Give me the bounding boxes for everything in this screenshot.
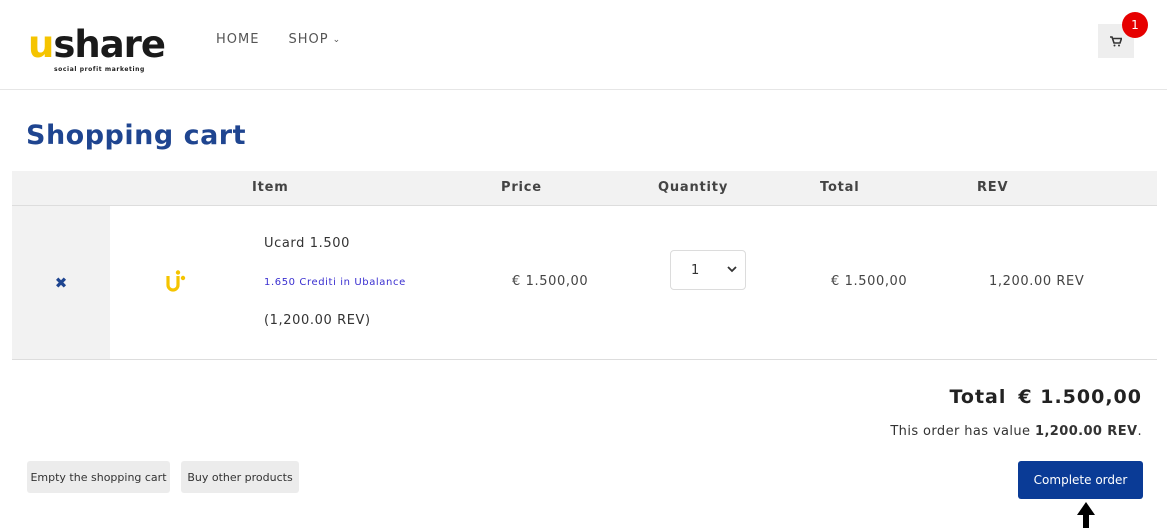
- close-icon[interactable]: ✖: [55, 274, 68, 292]
- quantity-select[interactable]: 1: [670, 250, 746, 290]
- header-quantity: Quantity: [658, 180, 729, 195]
- order-value-note: This order has value 1,200.00 REV.: [890, 424, 1142, 439]
- remove-cell: ✖: [12, 206, 110, 359]
- item-rev: 1,200.00 REV: [989, 274, 1085, 289]
- chevron-down-icon: [727, 266, 737, 273]
- total-value: € 1.500,00: [1018, 386, 1142, 408]
- item-subtitle: 1.650 Crediti in Ubalance: [264, 277, 406, 288]
- cart-table-header: Item Price Quantity Total REV: [12, 171, 1157, 206]
- nav-home[interactable]: HOME: [216, 32, 259, 47]
- chevron-down-icon: ⌄: [332, 34, 342, 45]
- nav-shop[interactable]: SHOP ⌄: [288, 32, 341, 47]
- item-name: Ucard 1.500: [264, 236, 350, 251]
- site-header: ushare social profit marketing HOME SHOP…: [0, 0, 1167, 90]
- ushare-logo[interactable]: ushare social profit marketing: [28, 24, 166, 78]
- header-item: Item: [252, 180, 289, 195]
- cart-count-badge: 1: [1122, 12, 1148, 38]
- item-rev-note: (1,200.00 REV): [264, 313, 371, 328]
- product-thumbnail: [166, 270, 186, 292]
- table-row: ✖ Ucard 1.500 1.650 Crediti in Ubalance …: [12, 206, 1157, 360]
- page-title: Shopping cart: [26, 120, 247, 151]
- cart-icon: [1110, 35, 1122, 46]
- total-label: Total: [949, 386, 1007, 408]
- item-total: € 1.500,00: [831, 274, 908, 289]
- header-rev: REV: [977, 180, 1009, 195]
- header-price: Price: [501, 180, 542, 195]
- empty-cart-button[interactable]: Empty the shopping cart: [27, 461, 170, 493]
- complete-order-button[interactable]: Complete order: [1018, 461, 1143, 499]
- header-total: Total: [820, 180, 860, 195]
- mouse-cursor: [1077, 502, 1095, 528]
- buy-other-products-button[interactable]: Buy other products: [181, 461, 299, 493]
- order-total: Total € 1.500,00: [949, 386, 1142, 408]
- main-nav: HOME SHOP ⌄: [216, 32, 341, 47]
- order-value-amount: 1,200.00 REV: [1035, 424, 1138, 439]
- item-price: € 1.500,00: [512, 274, 589, 289]
